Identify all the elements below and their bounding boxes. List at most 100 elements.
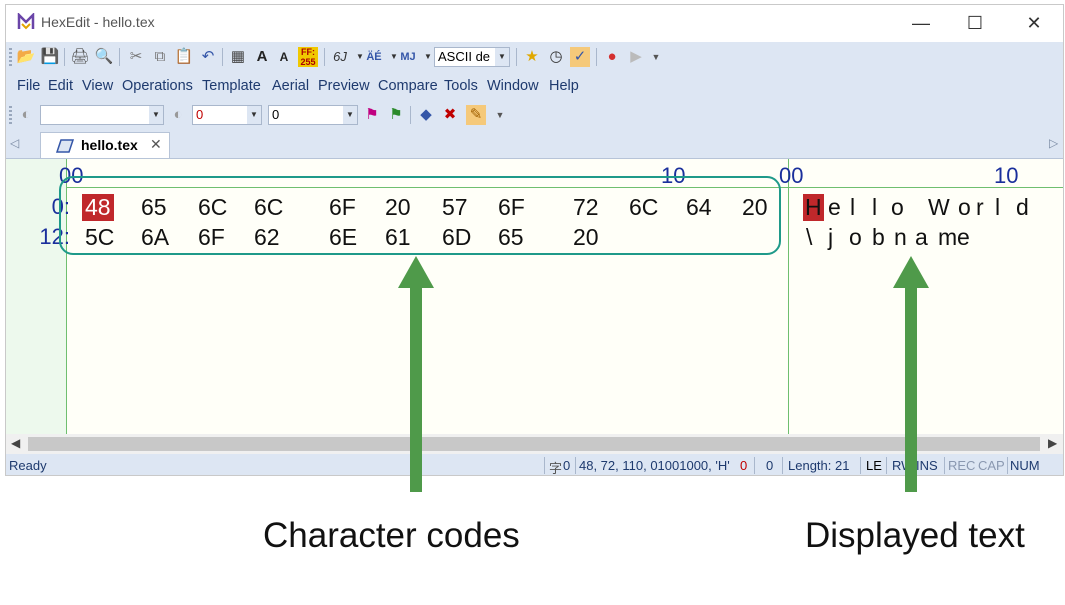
close-tab-icon[interactable]: ✕ xyxy=(150,136,162,153)
calculator-icon[interactable]: ▦ xyxy=(228,47,248,67)
font-increase-icon[interactable]: A xyxy=(252,47,272,67)
charset-combo[interactable]: ASCII de ▼ xyxy=(434,47,510,67)
menu-aerial[interactable]: Aerial xyxy=(272,78,309,94)
char-cell[interactable]: o xyxy=(849,224,862,251)
char-cell[interactable]: b xyxy=(872,224,885,251)
hexedit-app-icon xyxy=(17,13,35,30)
delete-bookmarks-icon[interactable]: ✖ xyxy=(440,105,460,125)
menu-preview[interactable]: Preview xyxy=(318,78,370,94)
char-cell[interactable]: j xyxy=(828,224,833,251)
toolbar-grip[interactable] xyxy=(9,106,12,124)
hex-address-value: 0 xyxy=(196,107,204,122)
char-area-divider xyxy=(788,159,789,434)
caption-character-codes: Character codes xyxy=(263,516,520,555)
char-cell[interactable]: l xyxy=(872,194,877,221)
char-cell[interactable]: o xyxy=(891,194,904,221)
record-macro-icon[interactable]: ● xyxy=(602,47,622,67)
chevron-down-icon[interactable]: ▼ xyxy=(343,106,357,124)
bookmark-list-icon[interactable]: ✎ xyxy=(466,105,486,125)
document-icon xyxy=(55,139,75,153)
status-value: 48, 72, 110, 01001000, 'H' xyxy=(579,458,730,473)
chevron-down-icon[interactable]: ▼ xyxy=(247,106,261,124)
char-cell[interactable]: e xyxy=(828,194,841,221)
chevron-down-icon[interactable]: ▼ xyxy=(149,106,163,124)
paste-icon[interactable]: 📋 xyxy=(174,47,194,67)
toolbar-overflow-icon[interactable]: ▼ xyxy=(646,47,666,67)
char-cell[interactable]: l xyxy=(850,194,855,221)
jump-icon[interactable]: ◐ xyxy=(168,105,188,125)
char-cell[interactable]: o xyxy=(958,194,971,221)
main-toolbar: 📂 💾 🖨 🔍 ✂ ⧉ 📋 ↶ ▦ A A FF: 255 6J ▼ ÄÉ ▼ M… xyxy=(6,42,1063,72)
caption-displayed-text: Displayed text xyxy=(805,516,1025,555)
scrollbar-thumb[interactable] xyxy=(28,437,1040,451)
character-codes-highlight xyxy=(59,176,781,255)
char-cell[interactable]: l xyxy=(995,194,1000,221)
status-ready: Ready xyxy=(9,458,47,473)
char-cell[interactable]: H xyxy=(803,194,824,221)
open-folder-icon[interactable]: 📂 xyxy=(16,47,36,67)
bookmark-icon[interactable]: ◆ xyxy=(416,105,436,125)
flag-next-icon[interactable]: ⚑ xyxy=(386,105,406,125)
flag-icon[interactable]: ⚑ xyxy=(362,105,382,125)
menu-window[interactable]: Window xyxy=(487,78,539,94)
maximize-button[interactable]: ☐ xyxy=(955,8,995,38)
chevron-down-icon[interactable]: ▼ xyxy=(495,48,509,66)
tab-scroll-right-icon[interactable]: ▷ xyxy=(1049,136,1058,150)
menu-tools[interactable]: Tools xyxy=(444,78,478,94)
char-cell[interactable]: m xyxy=(938,224,957,251)
dec-address-combo[interactable]: 0 ▼ xyxy=(268,105,358,125)
char-cell[interactable]: n xyxy=(894,224,907,251)
print-icon[interactable]: 🖨 xyxy=(70,47,90,67)
charset-combo-value: ASCII de xyxy=(438,49,491,64)
autofit-icon[interactable]: 6J xyxy=(330,47,350,67)
menu-view[interactable]: View xyxy=(82,78,113,94)
menu-operations[interactable]: Operations xyxy=(122,78,193,94)
undo-icon[interactable]: ↶ xyxy=(198,47,218,67)
menu-compare[interactable]: Compare xyxy=(378,78,438,94)
play-macro-icon[interactable]: ▶ xyxy=(626,47,646,67)
toolbar-grip[interactable] xyxy=(9,48,12,66)
hex-mode-icon[interactable]: FF: 255 xyxy=(298,47,318,67)
hex-address-combo[interactable]: 0 ▼ xyxy=(192,105,262,125)
font-decrease-icon[interactable]: A xyxy=(274,47,294,67)
clock-icon[interactable]: ◷ xyxy=(546,47,566,67)
char-cell[interactable]: \ xyxy=(806,224,812,251)
char-cell[interactable]: r xyxy=(976,194,984,221)
minimize-button[interactable]: — xyxy=(901,8,941,38)
binoculars-icon[interactable]: ◐ xyxy=(16,105,36,125)
save-icon[interactable]: 💾 xyxy=(40,47,60,67)
document-tab-strip: ◁ hello.tex ✕ ▷ xyxy=(6,130,1063,159)
scroll-left-icon[interactable]: ◀ xyxy=(11,436,20,450)
menu-edit[interactable]: Edit xyxy=(48,78,73,94)
status-cap: CAP xyxy=(978,458,1005,473)
menu-template[interactable]: Template xyxy=(202,78,261,94)
unicode-icon[interactable]: MJ xyxy=(398,47,418,67)
char-cell[interactable]: d xyxy=(1016,194,1029,221)
ascii-ebcdic-icon[interactable]: ÄÉ xyxy=(364,47,384,67)
menu-help[interactable]: Help xyxy=(549,78,579,94)
tab-scroll-left-icon[interactable]: ◁ xyxy=(10,136,19,150)
highlighter-icon[interactable]: ✓ xyxy=(570,47,590,67)
status-length: Length: 21 xyxy=(788,458,850,473)
menu-file[interactable]: File xyxy=(17,78,40,94)
toolbar-overflow-icon[interactable]: ▼ xyxy=(490,105,510,125)
scroll-right-icon[interactable]: ▶ xyxy=(1048,436,1057,450)
find-toolbar: ◐ ▼ ◐ 0 ▼ 0 ▼ ⚑ ⚑ ◆ ✖ ✎ ▼ xyxy=(6,100,1063,130)
char-cell[interactable]: a xyxy=(915,224,928,251)
copy-icon[interactable]: ⧉ xyxy=(150,47,170,67)
dec-address-value: 0 xyxy=(272,107,280,122)
close-window-button[interactable]: ✕ xyxy=(1014,8,1054,38)
char-cell[interactable]: e xyxy=(957,224,970,251)
bookmark-star-icon[interactable]: ★ xyxy=(522,47,542,67)
status-sel-len: 0 xyxy=(766,458,774,473)
search-combo[interactable]: ▼ xyxy=(40,105,164,125)
arrow-up-icon xyxy=(398,256,434,492)
print-preview-icon[interactable]: 🔍 xyxy=(94,47,114,67)
char-cell[interactable]: W xyxy=(928,194,950,221)
char-info-icon: 字 xyxy=(549,461,563,476)
cut-icon[interactable]: ✂ xyxy=(126,47,146,67)
status-char-count: 0 xyxy=(563,458,571,473)
tab-hello-tex[interactable]: hello.tex ✕ xyxy=(40,132,170,158)
status-sel-start: 0 xyxy=(740,458,748,473)
status-endian[interactable]: LE xyxy=(866,458,882,473)
